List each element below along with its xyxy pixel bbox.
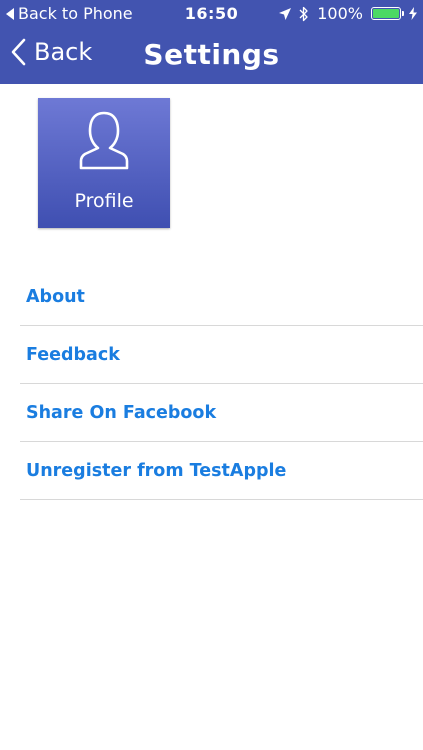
charging-bolt-icon	[409, 7, 417, 20]
settings-menu: About Feedback Share On Facebook Unregis…	[20, 268, 423, 500]
page-title: Settings	[143, 38, 280, 71]
person-outline-icon	[79, 111, 129, 170]
profile-label: Profile	[74, 190, 134, 212]
profile-button[interactable]: Profile	[38, 98, 170, 228]
battery-icon	[371, 7, 404, 20]
bluetooth-icon	[299, 6, 308, 21]
menu-item-about[interactable]: About	[20, 268, 423, 326]
status-indicators: 100%	[279, 4, 417, 23]
menu-item-feedback[interactable]: Feedback	[20, 326, 423, 384]
navigation-bar: Back Settings	[0, 28, 423, 84]
battery-tip	[402, 11, 404, 16]
battery-percent: 100%	[317, 4, 363, 23]
status-bar: Back to Phone 16:50 100%	[0, 0, 423, 28]
menu-item-unregister[interactable]: Unregister from TestApple	[20, 442, 423, 500]
menu-item-share-on-facebook[interactable]: Share On Facebook	[20, 384, 423, 442]
location-arrow-icon	[279, 7, 292, 20]
battery-level-fill	[373, 9, 399, 18]
